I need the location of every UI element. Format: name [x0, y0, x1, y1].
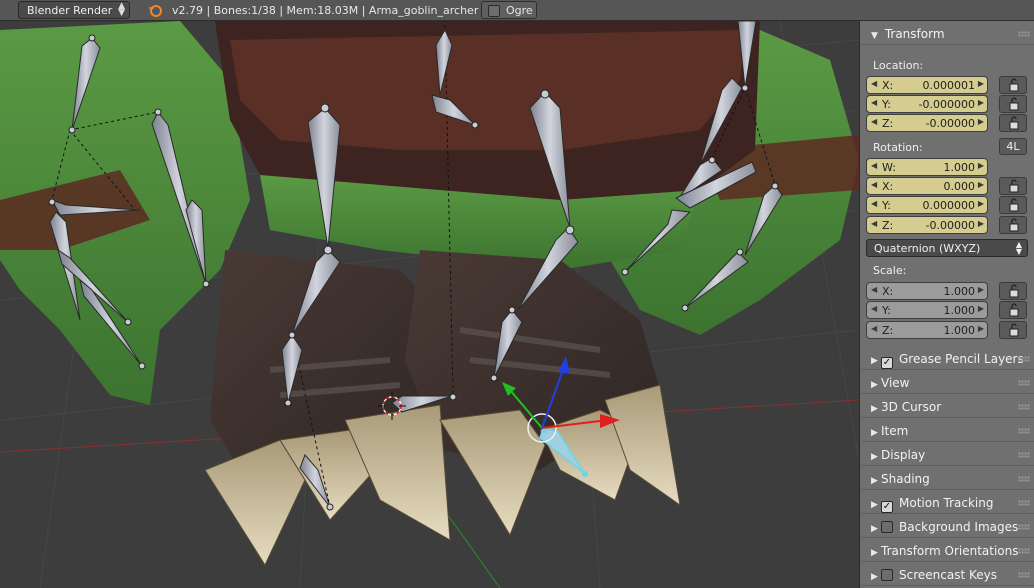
section-enable-checkbox[interactable] [881, 569, 893, 581]
lock-location-z-button[interactable] [999, 114, 1027, 132]
lock-location-x-button[interactable] [999, 76, 1027, 94]
section-enable-checkbox[interactable]: ✓ [881, 357, 893, 369]
drag-grip-icon[interactable] [1018, 356, 1030, 362]
3d-viewport[interactable] [0, 21, 859, 588]
section-title: Shading [881, 472, 930, 486]
viewport-scene[interactable] [0, 21, 859, 588]
drag-grip-icon[interactable] [1018, 380, 1030, 386]
lock-icon [1009, 78, 1019, 92]
lock-rotation-y-button[interactable] [999, 196, 1027, 214]
drag-grip-icon[interactable] [1018, 572, 1030, 578]
collapsed-triangle-icon: ▶ [871, 476, 878, 486]
drag-grip-icon[interactable] [1018, 404, 1030, 410]
rotation-x-field[interactable]: ◀ X: 0.000 ▶ [866, 177, 988, 195]
rotation-z-field[interactable]: ◀ Z: -0.00000 ▶ [866, 216, 988, 234]
viewport-header: Blender Render ▲ ▼ v2.79 | Bones:1/38 | M… [0, 0, 1034, 21]
render-engine-dropdown[interactable]: Blender Render ▲ ▼ [18, 1, 130, 19]
location-z-field[interactable]: ◀ Z: -0.00000 ▶ [866, 114, 988, 132]
location-x-field[interactable]: ◀ X: 0.000001 ▶ [866, 76, 988, 94]
lock-icon [1009, 97, 1019, 111]
ogre-checkbox[interactable] [488, 5, 500, 17]
scale-x-field[interactable]: ◀ X: 1.000 ▶ [866, 282, 988, 300]
lock-scale-z-button[interactable] [999, 321, 1027, 339]
location-label: Location: [873, 59, 924, 72]
drag-grip-icon[interactable] [1018, 524, 1030, 530]
rotation-w-field[interactable]: ◀ W: 1.000 ▶ [866, 158, 988, 176]
rotation-4l-lock-button[interactable]: 4L [999, 138, 1027, 155]
drag-grip-icon[interactable] [1018, 476, 1030, 482]
collapsed-triangle-icon: ▶ [871, 452, 878, 462]
updown-arrows-icon: ▲ ▼ [1015, 240, 1022, 256]
drag-grip-icon[interactable] [1018, 500, 1030, 506]
section-view-header[interactable]: ▶ View [861, 372, 1034, 394]
section-3d-cursor-header[interactable]: ▶ 3D Cursor [861, 396, 1034, 418]
rotation-mode-dropdown[interactable]: Quaternion (WXYZ) ▲ ▼ [866, 239, 1028, 257]
section-transform-header[interactable]: ▼ Transform [861, 23, 1034, 45]
section-transform-title: Transform [884, 27, 945, 41]
rotation-label: Rotation: [873, 141, 923, 154]
section-transform-orientations-header[interactable]: ▶ Transform Orientations [861, 540, 1034, 562]
render-engine-label: Blender Render [27, 4, 113, 17]
lock-rotation-x-button[interactable] [999, 177, 1027, 195]
lock-scale-y-button[interactable] [999, 301, 1027, 319]
expanded-triangle-icon: ▼ [871, 31, 878, 41]
lock-icon [1009, 116, 1019, 130]
blender-logo-icon [149, 5, 162, 17]
collapsed-triangle-icon: ▶ [871, 524, 878, 534]
updown-arrows-icon: ▲ ▼ [118, 1, 125, 18]
ogre-label: Ogre [506, 4, 533, 17]
drag-grip-icon[interactable] [1018, 428, 1030, 434]
rotation-y-field[interactable]: ◀ Y: 0.000000 ▶ [866, 196, 988, 214]
section-enable-checkbox[interactable]: ✓ [881, 501, 893, 513]
collapsed-triangle-icon: ▶ [871, 548, 878, 558]
section-title: Screencast Keys [899, 568, 997, 582]
collapsed-triangle-icon: ▶ [871, 428, 878, 438]
scale-label: Scale: [873, 264, 907, 277]
section-title: Grease Pencil Layers [899, 352, 1024, 366]
collapsed-triangle-icon: ▶ [871, 404, 878, 414]
lock-icon [1009, 303, 1019, 317]
drag-grip-icon[interactable] [1018, 548, 1030, 554]
lock-icon [1009, 198, 1019, 212]
lock-icon [1009, 218, 1019, 232]
lock-icon [1009, 323, 1019, 337]
lock-location-y-button[interactable] [999, 95, 1027, 113]
lock-scale-x-button[interactable] [999, 282, 1027, 300]
scene-stats: v2.79 | Bones:1/38 | Mem:18.03M | Arma_g… [172, 4, 479, 17]
section-title: 3D Cursor [881, 400, 942, 414]
section-title: Transform Orientations [881, 544, 1019, 558]
section-background-images-header[interactable]: ▶ Background Images [861, 516, 1034, 538]
lock-rotation-z-button[interactable] [999, 216, 1027, 234]
scale-z-field[interactable]: ◀ Z: 1.000 ▶ [866, 321, 988, 339]
collapsed-triangle-icon: ▶ [871, 500, 878, 510]
section-title: Motion Tracking [899, 496, 994, 510]
collapsed-triangle-icon: ▶ [871, 572, 878, 582]
section-title: Item [881, 424, 909, 438]
collapsed-triangle-icon: ▶ [871, 356, 878, 366]
section-title: Display [881, 448, 926, 462]
section-screencast-keys-header[interactable]: ▶ Screencast Keys [861, 564, 1034, 586]
rotation-mode-label: Quaternion (WXYZ) [874, 242, 981, 255]
section-title: View [881, 376, 910, 390]
section-display-header[interactable]: ▶ Display [861, 444, 1034, 466]
location-y-field[interactable]: ◀ Y: -0.000000 ▶ [866, 95, 988, 113]
section-enable-checkbox[interactable] [881, 521, 893, 533]
section-item-header[interactable]: ▶ Item [861, 420, 1034, 442]
section-grease-pencil-layers-header[interactable]: ▶ ✓ Grease Pencil Layers [861, 348, 1034, 370]
collapsed-triangle-icon: ▶ [871, 380, 878, 390]
section-motion-tracking-header[interactable]: ▶ ✓ Motion Tracking [861, 492, 1034, 514]
section-title: Background Images [899, 520, 1019, 534]
drag-grip-icon[interactable] [1018, 31, 1030, 37]
drag-grip-icon[interactable] [1018, 452, 1030, 458]
lock-icon [1009, 179, 1019, 193]
lock-icon [1009, 284, 1019, 298]
section-shading-header[interactable]: ▶ Shading [861, 468, 1034, 490]
ogre-toggle[interactable]: Ogre [481, 1, 537, 19]
scale-y-field[interactable]: ◀ Y: 1.000 ▶ [866, 301, 988, 319]
